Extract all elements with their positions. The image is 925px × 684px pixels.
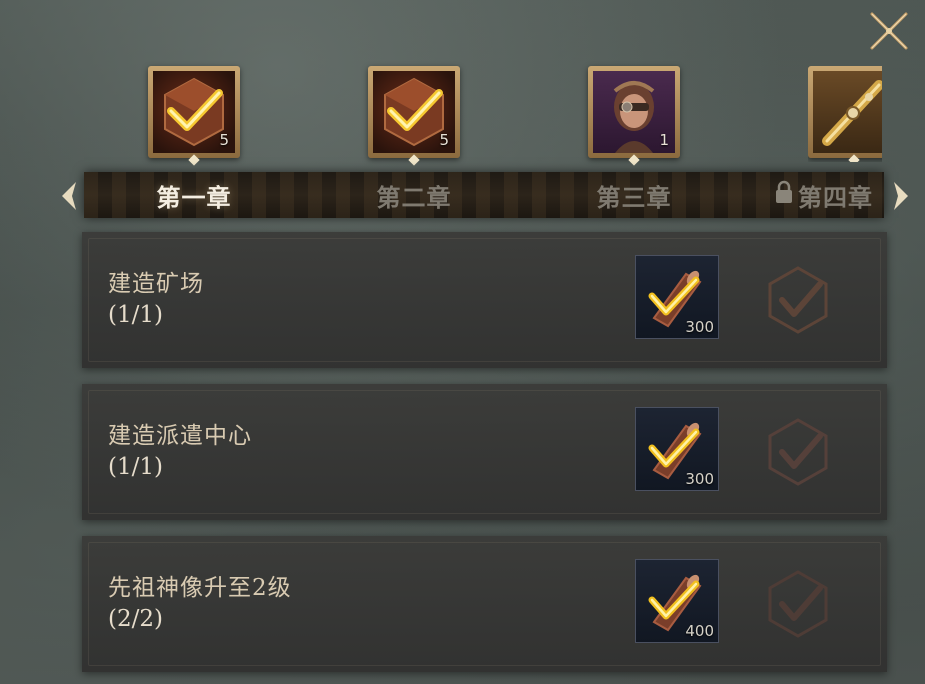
close-x-icon (870, 12, 908, 50)
chapter-reward-1[interactable]: 5 (148, 66, 240, 166)
claimed-stamp-button[interactable] (762, 568, 834, 640)
lock-icon (774, 180, 794, 210)
tab-chapter-1[interactable]: 第一章 (104, 172, 284, 218)
claimed-check-icon (768, 418, 828, 486)
task-progress: (2/2) (108, 606, 163, 632)
task-progress: (1/1) (108, 454, 163, 480)
tab-label: 第四章 (798, 182, 873, 212)
ornate-weapon-icon (822, 80, 882, 146)
task-title: 建造矿场 (108, 271, 204, 297)
chapter-reward-3[interactable]: 1 (588, 66, 680, 166)
task-card: 先祖神像升至2级 (2/2) 400 (82, 536, 887, 672)
claimed-check-icon (768, 266, 828, 334)
reward-count: 5 (219, 131, 229, 149)
reward-count: 400 (685, 622, 714, 640)
chevron-right-icon (894, 182, 908, 210)
chevron-left-icon (62, 182, 76, 210)
claimed-stamp-button[interactable] (762, 264, 834, 336)
task-reward-item[interactable]: 400 (635, 559, 719, 643)
reward-count: 5 (439, 131, 449, 149)
tab-chapter-4[interactable]: 第四章 (774, 172, 884, 218)
tab-chapter-3[interactable]: 第三章 (544, 172, 724, 218)
task-card: 建造矿场 (1/1) 300 (82, 232, 887, 368)
chapter-tab-bar: 第一章 第二章 第三章 第四章 (84, 172, 884, 218)
prev-chapter-arrow[interactable] (58, 180, 82, 212)
reward-count: 1 (659, 131, 669, 149)
next-chapter-arrow[interactable] (888, 180, 912, 212)
task-reward-item[interactable]: 300 (635, 407, 719, 491)
tab-chapter-2[interactable]: 第二章 (324, 172, 504, 218)
claimed-check-icon (768, 570, 828, 638)
task-reward-item[interactable]: 300 (635, 255, 719, 339)
task-title: 建造派遣中心 (108, 423, 252, 449)
task-progress: (1/1) (108, 302, 163, 328)
claimed-stamp-button[interactable] (762, 416, 834, 488)
chapter-reward-2[interactable]: 5 (368, 66, 460, 166)
task-title: 先祖神像升至2级 (108, 575, 292, 601)
chapter-reward-4[interactable] (808, 66, 882, 162)
tab-label: 第二章 (376, 182, 452, 212)
reward-count: 300 (685, 470, 714, 488)
tab-label: 第一章 (156, 182, 232, 212)
reward-count: 300 (685, 318, 714, 336)
close-button[interactable] (866, 8, 912, 54)
task-card: 建造派遣中心 (1/1) 300 (82, 384, 887, 520)
tab-label: 第三章 (596, 182, 672, 212)
